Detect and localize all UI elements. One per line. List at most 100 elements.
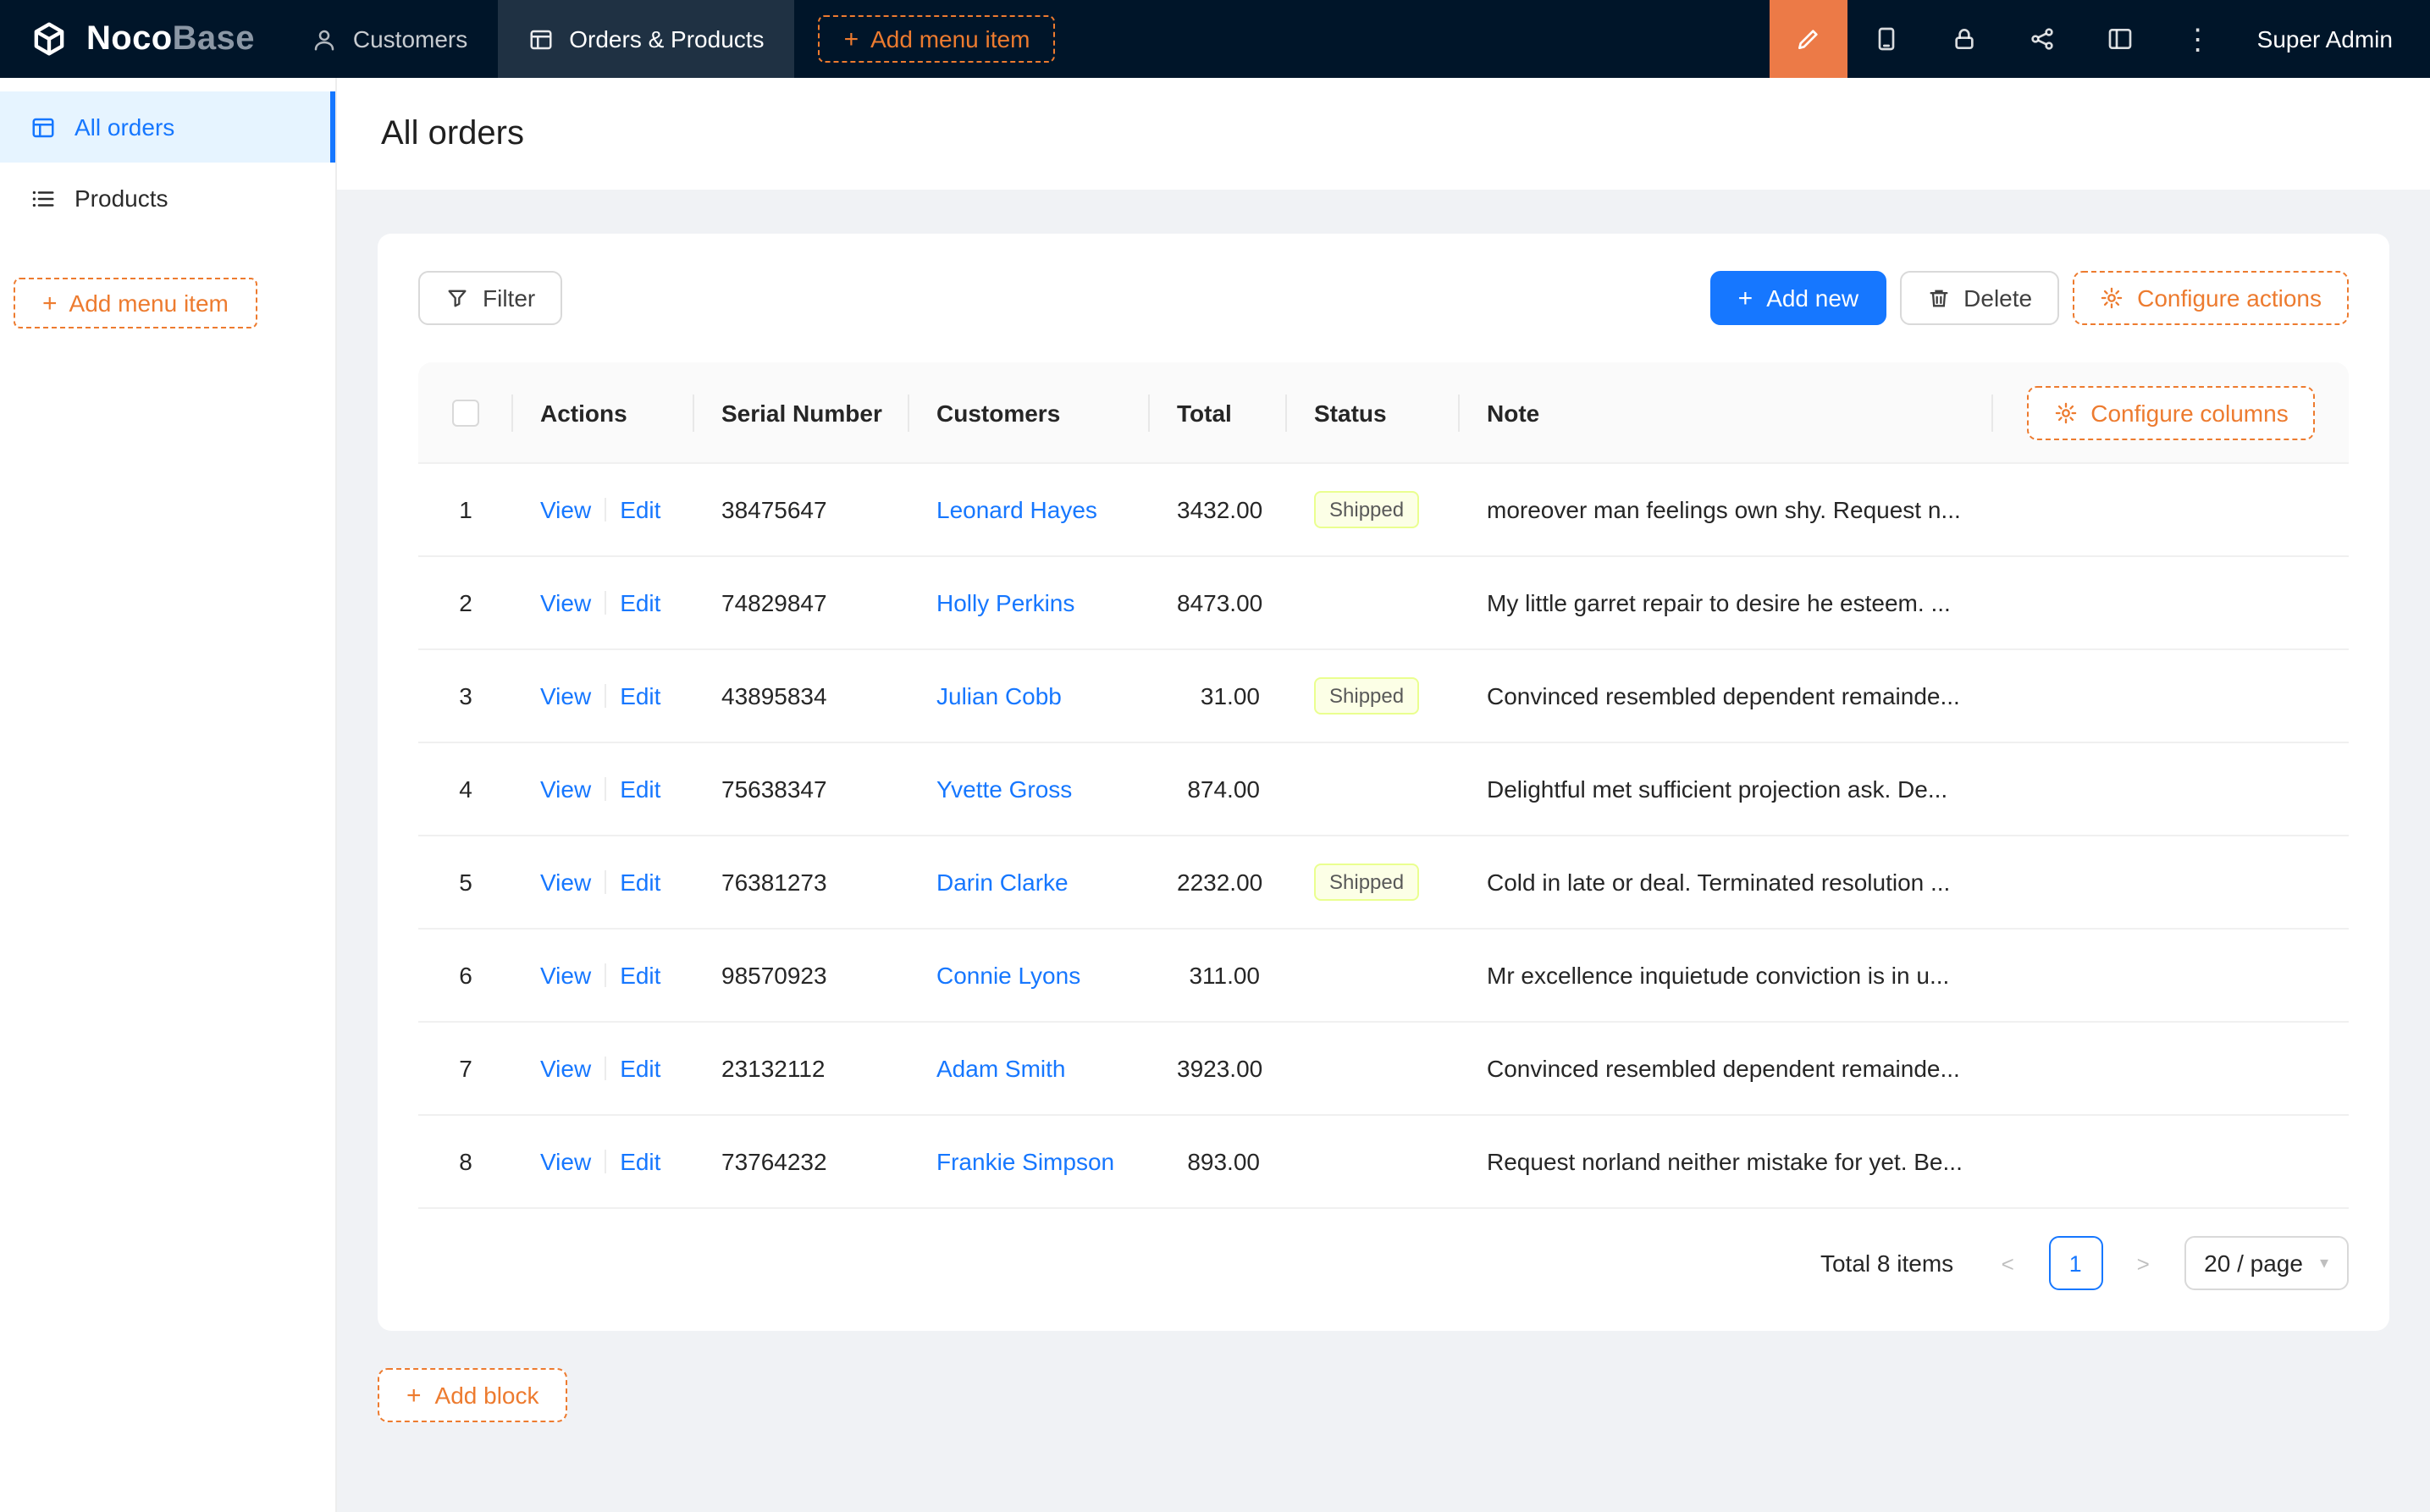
configure-columns-cell: Configure columns	[1993, 362, 2349, 462]
customer-link[interactable]: Connie Lyons	[936, 962, 1080, 989]
configure-columns-button[interactable]: Configure columns	[2026, 385, 2315, 439]
row-index: 7	[418, 1055, 513, 1082]
actions-divider	[605, 498, 606, 521]
row-index: 5	[418, 869, 513, 896]
table-icon	[528, 26, 554, 52]
select-all-cell	[418, 362, 513, 462]
view-link[interactable]: View	[540, 1055, 591, 1082]
status-cell: Shipped	[1287, 677, 1460, 715]
note-cell: Delightful met sufficient projection ask…	[1460, 775, 2349, 803]
sidebar-item-all-orders[interactable]: All orders	[0, 91, 335, 163]
mobile-client-button[interactable]	[1847, 0, 1925, 78]
view-link[interactable]: View	[540, 496, 591, 523]
customer-cell: Holly Perkins	[909, 589, 1150, 616]
chevron-down-icon: ▾	[2320, 1254, 2328, 1272]
app: NocoBase Customers Orders & Products	[0, 0, 2430, 1512]
serial-number-cell: 74829847	[694, 589, 909, 616]
select-all-checkbox[interactable]	[452, 399, 479, 426]
actions-divider	[605, 591, 606, 615]
status-badge: Shipped	[1314, 491, 1419, 528]
next-page-button[interactable]: >	[2116, 1236, 2170, 1290]
sidebar-item-products[interactable]: Products	[0, 163, 335, 234]
api-share-button[interactable]	[2003, 0, 2081, 78]
more-icon: ⋮	[2184, 25, 2212, 53]
plus-icon: +	[42, 290, 58, 316]
table-row: 4 View Edit 75638347 Yvette Gross 874.00…	[418, 743, 2349, 836]
pagination-total: Total 8 items	[1820, 1250, 1953, 1277]
table-row: 1 View Edit 38475647 Leonard Hayes 3432.…	[418, 464, 2349, 557]
view-link[interactable]: View	[540, 682, 591, 709]
note-cell: Mr excellence inquietude conviction is i…	[1460, 962, 2349, 989]
page-title: All orders	[381, 114, 524, 153]
view-link[interactable]: View	[540, 775, 591, 803]
add-block-button[interactable]: + Add block	[378, 1368, 568, 1422]
sidebar-add-menu-item-button[interactable]: + Add menu item	[14, 278, 257, 328]
nav-tab-customers[interactable]: Customers	[282, 0, 498, 78]
edit-link[interactable]: Edit	[620, 589, 660, 616]
plus-icon: +	[844, 26, 859, 52]
note-cell: moreover man feelings own shy. Request n…	[1460, 496, 2349, 523]
customer-link[interactable]: Holly Perkins	[936, 589, 1074, 616]
customer-link[interactable]: Leonard Hayes	[936, 496, 1097, 523]
edit-link[interactable]: Edit	[620, 1055, 660, 1082]
row-actions: View Edit	[513, 682, 694, 709]
sidebar: All orders Products + Add menu item	[0, 78, 337, 1512]
row-actions: View Edit	[513, 589, 694, 616]
actions-divider	[605, 870, 606, 894]
total-cell: 893.00	[1150, 1148, 1287, 1175]
table-header-row: Actions Serial Number Customers Total St…	[418, 362, 2349, 464]
header-add-menu-item-button[interactable]: + Add menu item	[819, 15, 1056, 63]
note-cell: Cold in late or deal. Terminated resolut…	[1460, 869, 2349, 896]
customer-link[interactable]: Adam Smith	[936, 1055, 1066, 1082]
view-link[interactable]: View	[540, 962, 591, 989]
actions-divider	[605, 777, 606, 801]
actions-divider	[605, 684, 606, 708]
nocobase-logo[interactable]: NocoBase	[0, 0, 282, 78]
page-size-select[interactable]: 20 / page ▾	[2184, 1236, 2349, 1290]
serial-number-cell: 38475647	[694, 496, 909, 523]
view-link[interactable]: View	[540, 589, 591, 616]
page-1-button[interactable]: 1	[2048, 1236, 2102, 1290]
edit-link[interactable]: Edit	[620, 682, 660, 709]
chevron-left-icon: <	[2002, 1250, 2014, 1276]
customer-link[interactable]: Frankie Simpson	[936, 1148, 1114, 1175]
nocobase-logo-icon	[27, 17, 71, 61]
configure-actions-button[interactable]: Configure actions	[2073, 271, 2349, 325]
nav-tab-orders-products[interactable]: Orders & Products	[498, 0, 794, 78]
note-cell: My little garret repair to desire he est…	[1460, 589, 2349, 616]
row-actions: View Edit	[513, 869, 694, 896]
status-cell: Shipped	[1287, 491, 1460, 528]
row-index: 3	[418, 682, 513, 709]
edit-link[interactable]: Edit	[620, 496, 660, 523]
ui-editor-button[interactable]	[1770, 0, 1847, 78]
edit-link[interactable]: Edit	[620, 1148, 660, 1175]
customer-link[interactable]: Yvette Gross	[936, 775, 1072, 803]
auth-button[interactable]	[1925, 0, 2003, 78]
serial-number-cell: 43895834	[694, 682, 909, 709]
sidebar-item-label: All orders	[75, 113, 174, 141]
table-toolbar: Filter + Add new	[418, 271, 2349, 325]
column-header-total: Total	[1150, 362, 1287, 462]
edit-link[interactable]: Edit	[620, 775, 660, 803]
nav-tab-label: Orders & Products	[569, 25, 764, 52]
highlighter-icon	[1795, 25, 1822, 52]
edit-link[interactable]: Edit	[620, 869, 660, 896]
add-new-button[interactable]: + Add new	[1711, 271, 1886, 325]
actions-divider	[605, 963, 606, 987]
total-cell: 3432.00	[1150, 496, 1287, 523]
delete-button[interactable]: Delete	[1899, 271, 2059, 325]
row-actions: View Edit	[513, 962, 694, 989]
prev-page-button[interactable]: <	[1980, 1236, 2035, 1290]
total-cell: 311.00	[1150, 962, 1287, 989]
layout-templates-button[interactable]	[2081, 0, 2159, 78]
status-badge: Shipped	[1314, 677, 1419, 715]
customer-link[interactable]: Julian Cobb	[936, 682, 1062, 709]
customer-link[interactable]: Darin Clarke	[936, 869, 1069, 896]
filter-button[interactable]: Filter	[418, 271, 562, 325]
edit-link[interactable]: Edit	[620, 962, 660, 989]
view-link[interactable]: View	[540, 869, 591, 896]
view-link[interactable]: View	[540, 1148, 591, 1175]
more-options-button[interactable]: ⋮	[2159, 0, 2237, 78]
user-menu[interactable]: Super Admin	[2237, 0, 2430, 78]
note-cell: Convinced resembled dependent remainde..…	[1460, 1055, 2349, 1082]
